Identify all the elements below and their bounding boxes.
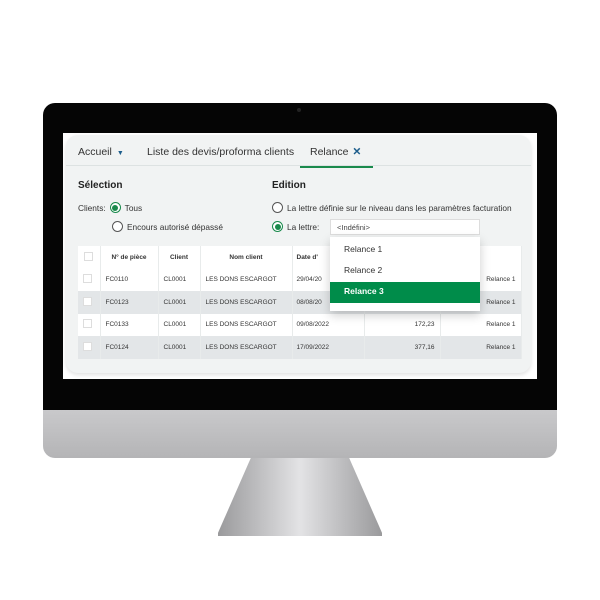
radio-tous[interactable] <box>109 202 121 213</box>
select-all-checkbox[interactable] <box>78 246 101 269</box>
row-checkbox[interactable] <box>83 319 92 329</box>
cell-montant: 377,16 <box>364 336 441 359</box>
row-checkbox[interactable] <box>83 341 92 351</box>
cell-client: CL0001 <box>158 313 201 336</box>
tab-label: Accueil <box>78 146 112 158</box>
tab-bar: Accueil ▼ Liste des devis/proforma client… <box>66 135 531 168</box>
row-checkbox[interactable] <box>83 296 92 306</box>
table-row[interactable]: FC0133 CL0001 LES DONS ESCARGOT 09/08/20… <box>78 313 522 336</box>
menu-item-relance-1[interactable]: Relance 1 <box>330 240 480 261</box>
cell-num: FC0124 <box>100 336 159 359</box>
cell-nom: LES DONS ESCARGOT <box>200 313 293 336</box>
col-nom-client[interactable]: Nom client <box>200 246 293 269</box>
radio-lettre-defaut[interactable] <box>272 202 283 213</box>
cell-relance: Relance 1 <box>440 336 522 359</box>
cell-num: FC0123 <box>100 291 159 314</box>
cell-client: CL0001 <box>158 336 201 359</box>
caret-down-icon: ▼ <box>116 150 124 157</box>
cell-date: 09/08/2022 <box>292 313 365 336</box>
monitor-chin <box>43 410 557 458</box>
cell-montant: 172,23 <box>364 313 441 336</box>
letter-dropdown-menu: Relance 1 Relance 2 Relance 3 <box>330 237 480 311</box>
cell-client: CL0001 <box>158 268 201 291</box>
camera-icon <box>297 108 301 112</box>
edition-heading: Edition <box>272 180 306 191</box>
cell-client: CL0001 <box>158 291 201 314</box>
col-client[interactable]: Client <box>158 246 201 269</box>
table-row[interactable]: FC0124 CL0001 LES DONS ESCARGOT 17/09/20… <box>78 336 522 359</box>
screen: Accueil ▼ Liste des devis/proforma client… <box>63 133 537 379</box>
cell-nom: LES DONS ESCARGOT <box>200 268 293 291</box>
col-num-piece[interactable]: N° de pièce <box>100 246 159 269</box>
monitor-stand <box>218 458 382 536</box>
cell-date: 17/09/2022 <box>292 336 365 359</box>
tab-label: Relance <box>310 146 349 158</box>
radio-tous-label: Tous <box>124 202 143 213</box>
clients-label: Clients: <box>78 202 106 213</box>
radio-la-lettre-label: La lettre: <box>287 221 320 232</box>
cell-relance: Relance 1 <box>440 313 522 336</box>
radio-encours-label: Encours autorisé dépassé <box>127 221 223 232</box>
cell-nom: LES DONS ESCARGOT <box>200 291 293 314</box>
tab-liste-devis[interactable]: Liste des devis/proforma clients <box>147 146 294 158</box>
cell-num: FC0133 <box>100 313 159 336</box>
cell-nom: LES DONS ESCARGOT <box>200 336 293 359</box>
close-icon[interactable]: ✕ <box>353 146 362 158</box>
app-panel: Accueil ▼ Liste des devis/proforma client… <box>66 135 531 373</box>
radio-la-lettre[interactable] <box>272 221 283 232</box>
tab-relance[interactable]: Relance ✕ <box>300 146 374 168</box>
cell-num: FC0110 <box>100 268 159 291</box>
letter-select[interactable]: <Indéfini> <box>330 219 480 235</box>
tab-accueil[interactable]: Accueil ▼ <box>78 146 124 158</box>
selection-heading: Sélection <box>78 180 123 191</box>
menu-item-relance-2[interactable]: Relance 2 <box>330 261 480 282</box>
radio-lettre-defaut-label: La lettre définie sur le niveau dans les… <box>287 202 512 213</box>
radio-encours[interactable] <box>112 221 123 232</box>
row-checkbox[interactable] <box>83 274 92 284</box>
menu-item-relance-3[interactable]: Relance 3 <box>330 282 480 303</box>
